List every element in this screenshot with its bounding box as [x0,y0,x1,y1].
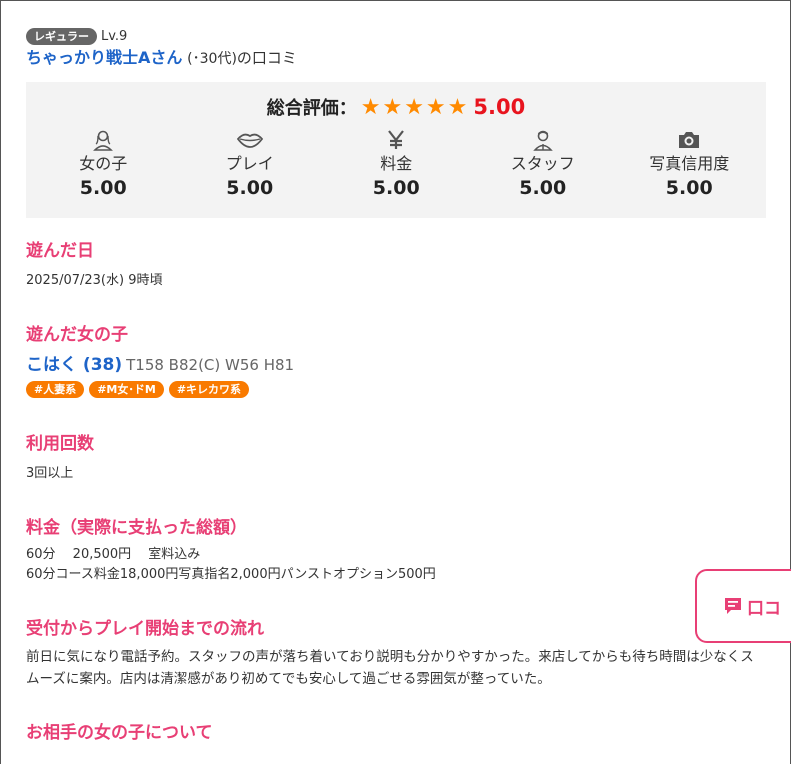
category-ratings: 女の子 5.00 プレイ 5.00 料金 5.00 スタッフ 5.00 写真信用… [26,128,766,199]
staff-icon [470,128,617,152]
category-price: 料金 5.00 [323,128,470,199]
category-value: 5.00 [519,177,567,199]
section-visit-count: 利用回数 3回以上 [26,433,766,484]
girl-name-link[interactable]: こはく (38) [26,355,122,375]
category-value: 5.00 [79,177,127,199]
category-value: 5.00 [226,177,274,199]
comment-icon [725,598,741,614]
overall-score: 5.00 [473,95,526,119]
price-line-2: 60分コース料金18,000円写真指名2,000円パンストオプション500円 [26,567,436,582]
rank-badge: レギュラー [26,27,97,45]
girl-name: こはく [26,355,77,375]
write-review-label: 口コ [747,598,781,619]
lips-icon [177,128,324,152]
category-label: プレイ [225,154,274,173]
reviewer-age: (･30代) [187,51,237,67]
overall-rating: 総合評価： ★★★★★ 5.00 [26,82,766,120]
section-about-girl: お相手の女の子について [26,722,766,744]
tag-badge[interactable]: #M女･ドM [89,381,164,398]
review-card: レギュラー Lv.9 ちゃっかり戦士Aさん (･30代)の口コミ 総合評価： ★★… [26,0,766,744]
section-title: 料金（実際に支払った総額） [26,518,247,538]
section-title: 利用回数 [26,434,94,454]
section-price: 料金（実際に支払った総額） 60分 20,500円 室料込み 60分コース料金1… [26,517,766,585]
review-suffix: の口コミ [236,49,297,67]
section-visit-date: 遊んだ日 2025/07/23(水) 9時頃 [26,240,766,291]
category-label: スタッフ [510,154,575,173]
category-girl: 女の子 5.00 [30,128,177,199]
tag-badge[interactable]: #キレカワ系 [168,381,250,398]
star-rating-icon: ★★★★★ [360,95,470,120]
girl-stats: T158 B82(C) W56 H81 [126,356,295,374]
flow-text: 前日に気になり電話予約。スタッフの声が落ち着いており説明も分かりやすかった。来店… [26,649,754,687]
section-flow: 受付からプレイ開始までの流れ 前日に気になり電話予約。スタッフの声が落ち着いてお… [26,618,766,690]
woman-icon [30,128,177,152]
category-photo-credibility: 写真信用度 5.00 [616,128,763,199]
girl-tags: #人妻系 #M女･ドM #キレカワ系 [26,381,766,398]
category-value: 5.00 [372,177,420,199]
reviewer-name-link[interactable]: ちゃっかり戦士Aさん [26,48,182,67]
visit-count-text: 3回以上 [26,466,74,481]
tag-badge[interactable]: #人妻系 [26,381,85,398]
category-label: 写真信用度 [649,154,730,173]
category-play: プレイ 5.00 [177,128,324,199]
yen-icon [323,128,470,152]
girl-age: (38) [82,355,123,375]
section-title: 遊んだ日 [26,241,94,261]
write-review-button[interactable]: 口コ [695,569,791,643]
camera-icon [616,128,763,152]
rating-summary: 総合評価： ★★★★★ 5.00 女の子 5.00 プレイ 5.00 料金 5.… [26,82,766,218]
category-label: 料金 [380,154,413,173]
reviewer-rank: レギュラー Lv.9 [26,27,766,45]
reviewer-heading: ちゃっかり戦士Aさん (･30代)の口コミ [26,48,766,69]
section-girl: 遊んだ女の子 こはく (38) T158 B82(C) W56 H81 #人妻系 … [26,324,766,398]
section-title: 受付からプレイ開始までの流れ [26,619,264,639]
overall-label: 総合評価： [266,98,357,119]
level-label: Lv.9 [101,28,128,44]
category-value: 5.00 [665,177,713,199]
section-title: 遊んだ女の子 [26,325,128,345]
category-label: 女の子 [79,154,128,173]
visit-date-text: 2025/07/23(水) 9時頃 [26,273,163,288]
girl-info: こはく (38) T158 B82(C) W56 H81 [26,354,766,376]
category-staff: スタッフ 5.00 [470,128,617,199]
section-title: お相手の女の子について [26,723,213,743]
price-line-1: 60分 20,500円 室料込み [26,547,201,562]
